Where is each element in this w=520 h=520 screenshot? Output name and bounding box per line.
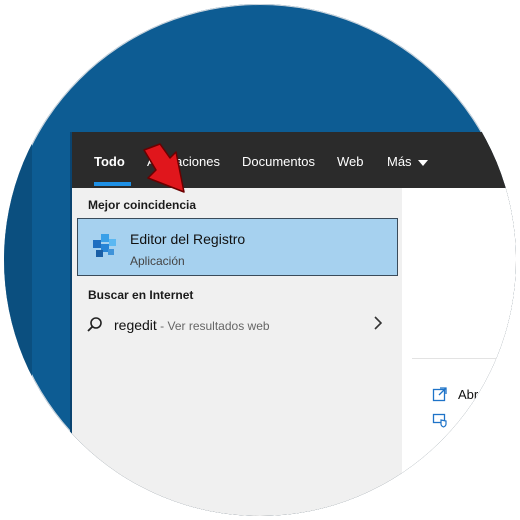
- open-icon: [432, 386, 448, 405]
- desktop-edge: [4, 134, 32, 516]
- search-icon: [86, 316, 104, 339]
- chevron-right-icon[interactable]: [372, 315, 384, 336]
- best-match-subtitle: Aplicación: [130, 254, 185, 268]
- best-match-result[interactable]: Editor del Registro Aplicación: [77, 218, 398, 276]
- results-pane: Mejor coincidencia Editor del Registro A…: [72, 188, 402, 516]
- best-match-title: Editor del Registro: [130, 231, 246, 247]
- tab-mas[interactable]: Más: [387, 154, 428, 169]
- best-match-heading: Mejor coincidencia: [88, 198, 197, 212]
- tab-todo[interactable]: Todo: [94, 154, 125, 169]
- preview-pane: Abr: [402, 188, 516, 516]
- web-search-query: regedit: [114, 317, 157, 333]
- internet-heading: Buscar en Internet: [88, 288, 194, 302]
- preview-divider: [412, 358, 516, 359]
- registry-editor-icon: [91, 231, 119, 264]
- web-search-text: regedit - Ver resultados web: [114, 317, 270, 333]
- tab-documentos[interactable]: Documentos: [242, 154, 315, 169]
- tab-mas-label: Más: [387, 154, 412, 169]
- screenshot-circle: Todo Aplicaciones Documentos Web Más Mej…: [4, 4, 516, 516]
- tab-web[interactable]: Web: [337, 154, 364, 169]
- active-tab-indicator: [94, 182, 131, 186]
- web-search-result[interactable]: regedit - Ver resultados web: [72, 308, 402, 342]
- chevron-down-icon: [417, 159, 428, 166]
- web-search-hint: - Ver resultados web: [156, 319, 270, 333]
- open-action-label: Abr: [458, 387, 479, 402]
- red-arrow-annotation: [143, 143, 185, 193]
- admin-shield-icon: [432, 412, 448, 431]
